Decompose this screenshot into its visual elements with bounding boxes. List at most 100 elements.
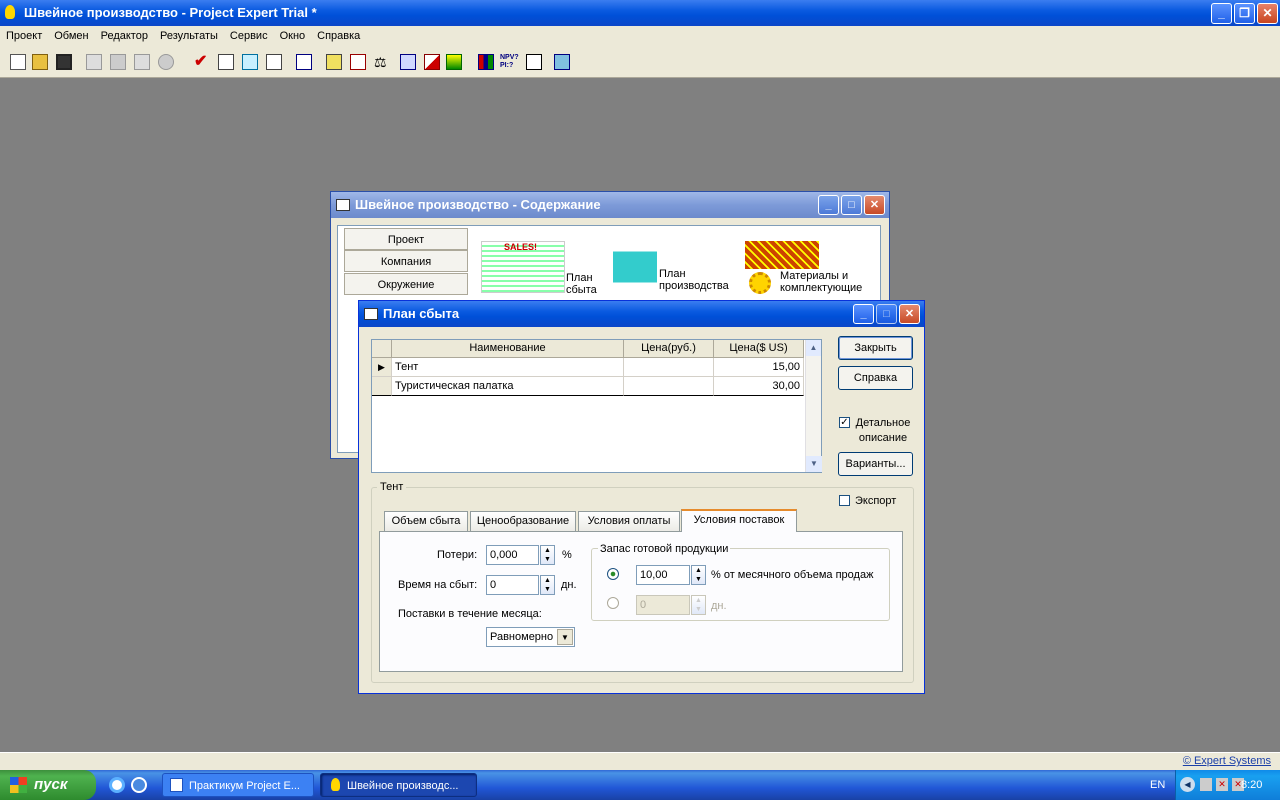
stock-label: Запас готовой продукции: [598, 543, 731, 555]
new-icon[interactable]: [10, 54, 26, 70]
sale-time-input[interactable]: 0: [486, 575, 539, 595]
calculator-icon[interactable]: [554, 54, 570, 70]
preview-icon[interactable]: [86, 54, 102, 70]
close-dialog-button[interactable]: Закрыть: [838, 336, 913, 360]
volume-icon[interactable]: [1200, 778, 1212, 791]
bars-icon[interactable]: [446, 54, 462, 70]
menu-results[interactable]: Результаты: [154, 30, 224, 42]
content-maximize-button[interactable]: □: [841, 195, 862, 215]
menu-window[interactable]: Окно: [274, 30, 312, 42]
copyright-link[interactable]: © Expert Systems: [1183, 755, 1271, 767]
analysis-icon[interactable]: NPV? PI:?: [500, 54, 522, 70]
calc-icon[interactable]: [242, 54, 258, 70]
sale-time-stepper[interactable]: ▲ ▼: [540, 575, 555, 595]
section-project[interactable]: Проект: [344, 228, 468, 250]
chevron-down-icon[interactable]: ▼: [557, 629, 573, 645]
losses-input[interactable]: 0,000: [486, 545, 539, 565]
detailed-description-checkbox[interactable]: ✓: [839, 417, 850, 428]
tab-pricing[interactable]: Ценообразование: [470, 511, 576, 531]
areachart-icon[interactable]: [424, 54, 440, 70]
variants-button[interactable]: Варианты...: [838, 452, 913, 476]
detailed-description-label[interactable]: Детальное описание: [851, 416, 915, 446]
npv-icon[interactable]: [478, 54, 494, 70]
open-icon[interactable]: [32, 54, 48, 70]
table-row-name[interactable]: Тент: [392, 358, 624, 377]
export-label[interactable]: Экспорт: [855, 495, 896, 507]
grid-scrollbar[interactable]: ▲ ▼: [805, 340, 822, 472]
column-price-usd[interactable]: Цена($ US): [714, 340, 804, 358]
task-sewing[interactable]: Швейное производс...: [320, 773, 477, 797]
module-materials-label[interactable]: Материалы и комплектующие: [780, 270, 870, 294]
tab-sales-volume[interactable]: Объем сбыта: [384, 511, 468, 531]
menu-editor[interactable]: Редактор: [95, 30, 154, 42]
clock[interactable]: 8:20: [1241, 779, 1262, 791]
column-name[interactable]: Наименование: [392, 340, 624, 358]
graph-icon[interactable]: [400, 54, 416, 70]
start-button[interactable]: пуск: [0, 770, 96, 800]
stock-days-radio[interactable]: [607, 597, 619, 609]
tab-delivery-terms[interactable]: Условия поставок: [681, 509, 797, 532]
export-icon[interactable]: [158, 54, 174, 70]
section-company[interactable]: Компания: [344, 250, 468, 272]
menu-project[interactable]: Проект: [0, 30, 48, 42]
losses-stepper[interactable]: ▲ ▼: [540, 545, 555, 565]
table-row-name[interactable]: Туристическая палатка: [392, 377, 624, 396]
menu-exchange[interactable]: Обмен: [48, 30, 94, 42]
table-row-price-rub[interactable]: [624, 377, 714, 396]
minimize-button[interactable]: _: [1211, 3, 1232, 24]
network-icon[interactable]: ✕: [1216, 778, 1228, 791]
content-close-button[interactable]: ✕: [864, 195, 885, 215]
gear-icon: [749, 272, 771, 294]
module-sales-label[interactable]: План сбыта: [566, 272, 602, 296]
cashflow-icon[interactable]: [326, 54, 342, 70]
table-row-price-usd[interactable]: 30,00: [714, 377, 804, 396]
materials-icon[interactable]: [745, 241, 819, 269]
sales-close-button[interactable]: ✕: [899, 304, 920, 324]
export-checkbox[interactable]: [839, 495, 850, 506]
column-price-rub[interactable]: Цена(руб.): [624, 340, 714, 358]
table-row-price-usd[interactable]: 15,00: [714, 358, 804, 377]
content-minimize-button[interactable]: _: [818, 195, 839, 215]
save-icon[interactable]: [56, 54, 72, 70]
report-icon[interactable]: [266, 54, 282, 70]
scroll-up-icon[interactable]: ▲: [806, 340, 821, 356]
section-environment[interactable]: Окружение: [344, 273, 468, 295]
menu-bar: Проект Обмен Редактор Результаты Сервис …: [0, 26, 1280, 46]
sales-minimize-button[interactable]: _: [853, 304, 874, 324]
grid-corner: [372, 340, 392, 358]
checklist-icon[interactable]: [218, 54, 234, 70]
stock-percent-stepper[interactable]: ▲ ▼: [691, 565, 706, 585]
sales-window-title-bar: План сбыта _ □ ✕: [359, 301, 924, 327]
ie-icon[interactable]: [109, 777, 125, 793]
module-production-label[interactable]: План производства: [659, 268, 739, 292]
losses-label: Потери:: [437, 549, 478, 561]
balance-icon[interactable]: [350, 54, 366, 70]
help-button[interactable]: Справка: [838, 366, 913, 390]
check-icon[interactable]: ✔: [194, 54, 210, 70]
table-icon[interactable]: [296, 54, 312, 70]
sales-maximize-button[interactable]: □: [876, 304, 897, 324]
ie-quicklaunch-icon[interactable]: [131, 777, 147, 793]
close-button[interactable]: ✕: [1257, 3, 1278, 24]
deliveries-label: Поставки в течение месяца:: [398, 608, 542, 620]
print-icon[interactable]: [110, 54, 126, 70]
stock-percent-radio[interactable]: [607, 568, 619, 580]
stock-percent-input[interactable]: 10,00: [636, 565, 690, 585]
task-practicum[interactable]: Практикум Project E...: [162, 773, 314, 797]
word-doc-icon: [170, 778, 183, 792]
tray-arrow-icon[interactable]: ◀: [1180, 777, 1195, 792]
tab-payment-terms[interactable]: Условия оплаты: [578, 511, 680, 531]
content-window-title-bar: Швейное производство - Содержание _ □ ✕: [331, 192, 889, 218]
table-row-price-rub[interactable]: [624, 358, 714, 377]
factory-icon[interactable]: [613, 241, 657, 293]
word-icon[interactable]: [134, 54, 150, 70]
chart-icon[interactable]: ⚖: [374, 54, 390, 70]
menu-service[interactable]: Сервис: [224, 30, 274, 42]
sales-icon[interactable]: SALES!: [481, 241, 565, 293]
restore-button[interactable]: ❐: [1234, 3, 1255, 24]
menu-help[interactable]: Справка: [311, 30, 366, 42]
scroll-down-icon[interactable]: ▼: [806, 456, 822, 472]
language-indicator[interactable]: EN: [1150, 779, 1165, 791]
content-window-title: Швейное производство - Содержание: [355, 197, 601, 212]
grid-icon[interactable]: [526, 54, 542, 70]
